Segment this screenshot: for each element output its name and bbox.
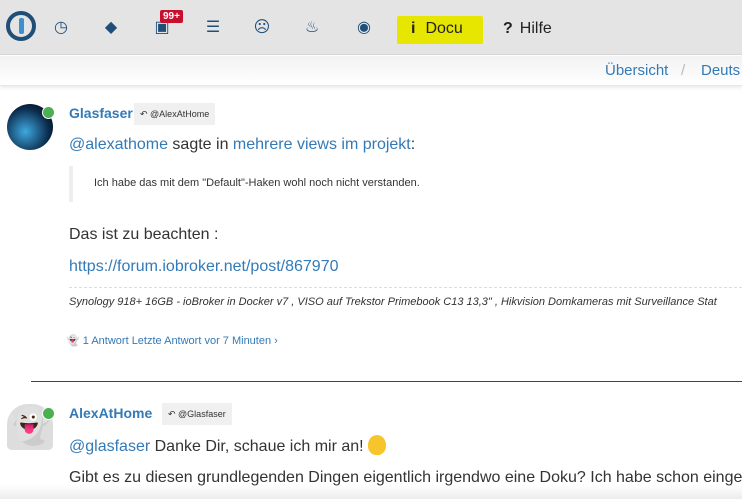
- question-icon: ?: [503, 20, 513, 37]
- hilfe-link[interactable]: ? Hilfe: [503, 16, 552, 42]
- frown-icon[interactable]: ☹: [252, 18, 272, 38]
- ghost-icon: 👻: [66, 335, 80, 347]
- replies-count[interactable]: 1 Antwort: [83, 335, 129, 347]
- breadcrumb-overview[interactable]: Übersicht: [605, 62, 668, 79]
- topic-link[interactable]: mehrere views im projekt: [233, 136, 411, 153]
- replies-bar[interactable]: 👻 1 Antwort Letzte Antwort vor 7 Minuten…: [66, 334, 278, 347]
- tags-icon[interactable]: ◆: [101, 18, 121, 38]
- post-text: @glasfaser Danke Dir, schaue ich mir an!: [69, 435, 387, 456]
- author-name[interactable]: AlexAtHome: [69, 405, 152, 421]
- reply-to-label: @Glasfaser: [178, 409, 226, 419]
- mention-link[interactable]: @glasfaser: [69, 438, 150, 455]
- list-icon[interactable]: ☰: [203, 18, 223, 38]
- last-reply[interactable]: Letzte Antwort vor 7 Minuten: [132, 335, 271, 347]
- github-icon[interactable]: ◉: [354, 18, 374, 38]
- breadcrumb-separator: /: [681, 62, 686, 79]
- said-in-text: sagte in: [172, 136, 229, 153]
- online-status-icon: [42, 407, 55, 420]
- top-navbar: ◷ ◆ ▣ 99+ ☰ ☹ ♨ ◉ i Docu ? Hilfe: [0, 0, 742, 55]
- reply-to-badge[interactable]: ↶ @Glasfaser: [162, 403, 232, 425]
- blockquote-bar: [69, 166, 73, 202]
- breadcrumb: Übersicht / Deuts: [0, 56, 742, 86]
- chevron-right-icon: ›: [274, 335, 278, 347]
- online-status-icon: [42, 106, 55, 119]
- info-icon: i: [411, 20, 416, 37]
- post-body: Danke Dir, schaue ich mir an!: [154, 438, 364, 455]
- author-name[interactable]: Glasfaser: [69, 105, 133, 121]
- quote-header: @alexathome sagte in mehrere views im pr…: [69, 136, 415, 154]
- post-text-2: Gibt es zu diesen grundlegenden Dingen e…: [69, 469, 742, 486]
- clock-icon[interactable]: ◷: [51, 18, 71, 38]
- breadcrumb-category[interactable]: Deuts: [701, 62, 740, 79]
- iobroker-logo[interactable]: [6, 11, 36, 41]
- reply-to-badge[interactable]: ↶ @AlexAtHome: [134, 103, 216, 125]
- bottom-fade: [0, 485, 742, 499]
- post-link[interactable]: https://forum.iobroker.net/post/867970: [69, 258, 339, 276]
- docu-label: Docu: [425, 20, 463, 37]
- docu-link[interactable]: i Docu: [397, 16, 483, 44]
- post-divider: [31, 381, 742, 382]
- signature: Synology 918+ 16GB - ioBroker in Docker …: [69, 287, 742, 308]
- notification-badge: 99+: [160, 10, 183, 23]
- mention-link[interactable]: @alexathome: [69, 136, 168, 153]
- smile-emoji-icon: [368, 435, 387, 455]
- reply-to-label: @AlexAtHome: [150, 109, 210, 119]
- fire-icon[interactable]: ♨: [302, 18, 322, 38]
- blockquote-text: Ich habe das mit dem "Default"-Haken woh…: [94, 177, 420, 189]
- post-text: Das ist zu beachten :: [69, 226, 219, 243]
- colon: :: [410, 136, 416, 153]
- hilfe-label: Hilfe: [519, 20, 552, 37]
